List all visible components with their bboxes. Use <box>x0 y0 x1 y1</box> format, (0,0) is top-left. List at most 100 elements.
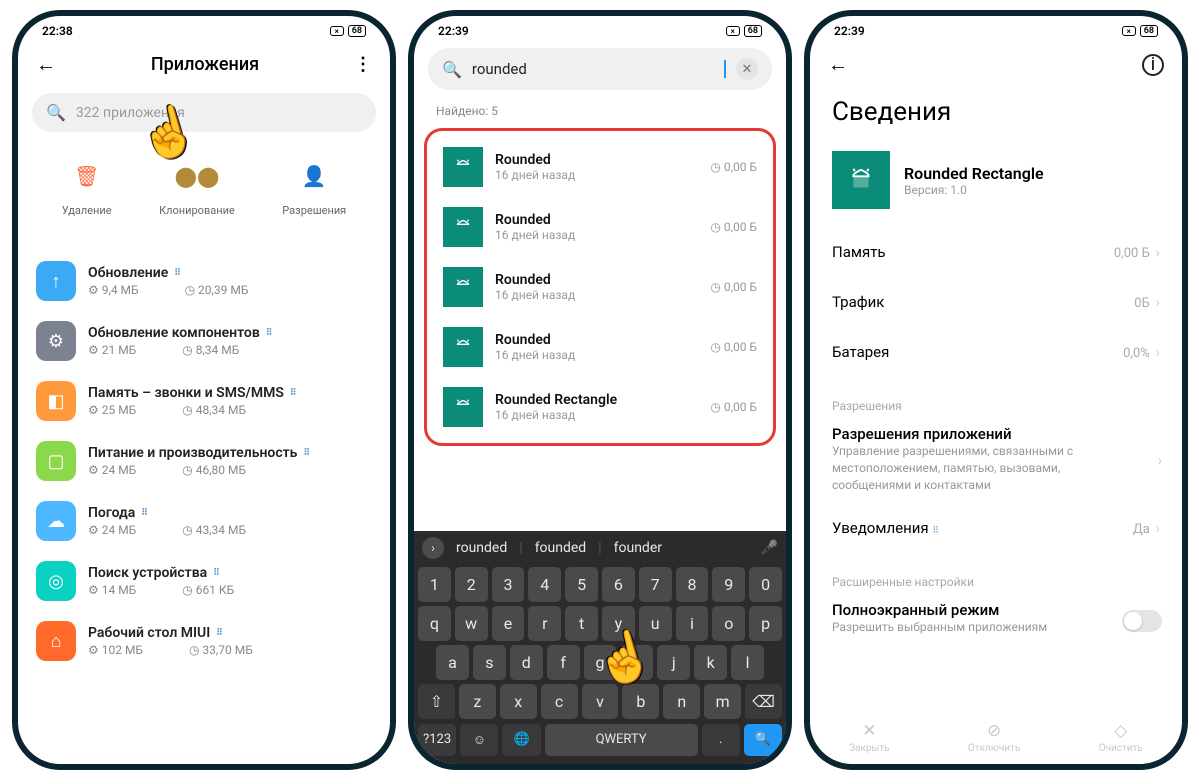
key-emoji[interactable]: ☺ <box>460 724 498 756</box>
key[interactable]: z <box>459 684 496 719</box>
key[interactable]: t <box>565 606 598 641</box>
key-space[interactable]: QWERTY <box>545 724 698 756</box>
row-memory[interactable]: Память 0,00 Б› <box>810 227 1182 277</box>
key[interactable]: c <box>541 684 578 719</box>
result-row[interactable]: Rounded Rectangle16 дней назад ◷ 0,00 Б <box>427 377 773 437</box>
key-lang[interactable]: 🌐 <box>502 724 540 756</box>
clone-icon: ⬤⬤ <box>177 156 217 196</box>
app-row[interactable]: ◎ Поиск устройства ⠿ ⚙ 14 МБ◷ 661 КБ <box>18 551 390 611</box>
results-highlight-box: Rounded16 дней назад ◷ 0,00 Б Rounded16 … <box>424 128 776 446</box>
key[interactable]: s <box>473 645 506 680</box>
results-count: Найдено: 5 <box>414 96 786 124</box>
action-clear[interactable]: ◇Очистить <box>1099 721 1143 754</box>
quick-permissions[interactable]: 👤Разрешения <box>282 156 346 217</box>
back-icon[interactable]: ← <box>828 52 848 77</box>
key[interactable]: w <box>455 606 488 641</box>
key-symbols[interactable]: ?123 <box>418 724 456 756</box>
key[interactable]: x <box>500 684 537 719</box>
row-fullscreen[interactable]: Полноэкранный режим Разрешить выбранным … <box>810 595 1182 646</box>
key[interactable]: a <box>436 645 469 680</box>
key[interactable]: ⇧ <box>418 684 455 719</box>
result-row[interactable]: Rounded16 дней назад ◷ 0,00 Б <box>427 197 773 257</box>
key[interactable]: r <box>528 606 561 641</box>
app-row[interactable]: ◧ Память – звонки и SMS/MMS ⠿ ⚙ 25 МБ◷ 4… <box>18 371 390 431</box>
row-battery[interactable]: Батарея 0,0%› <box>810 327 1182 377</box>
app-row[interactable]: ⌂ Рабочий стол MIUI ⠿ ⚙ 102 МБ◷ 33,70 МБ <box>18 611 390 671</box>
keyboard-suggestions: › rounded| founded| founder 🎤 <box>414 531 786 565</box>
back-icon[interactable]: ← <box>36 52 56 77</box>
more-icon[interactable]: ⋮ <box>354 54 372 75</box>
row-app-permissions[interactable]: Разрешения приложений Управление разреше… <box>810 419 1182 503</box>
row-traffic[interactable]: Трафик 0Б› <box>810 277 1182 327</box>
result-size: ◷ 0,00 Б <box>710 340 757 354</box>
key[interactable]: 4 <box>528 567 561 602</box>
clear-icon[interactable]: ✕ <box>736 58 758 80</box>
disk-value: ◷ 46,80 МБ <box>182 463 246 477</box>
app-row[interactable]: ↑ Обновление ⠿ ⚙ 9,4 МБ◷ 20,39 МБ <box>18 251 390 311</box>
key[interactable]: g <box>584 645 617 680</box>
toggle-fullscreen[interactable] <box>1122 610 1162 632</box>
app-row[interactable]: ⚙ Обновление компонентов ⠿ ⚙ 21 МБ◷ 8,34… <box>18 311 390 371</box>
result-row[interactable]: Rounded16 дней назад ◷ 0,00 Б <box>427 137 773 197</box>
phone-app-info: 22:39 × 68 ← i Сведения Rounded Rectangl… <box>804 10 1188 770</box>
key[interactable]: p <box>749 606 782 641</box>
key[interactable]: h <box>620 645 653 680</box>
android-icon <box>443 147 483 187</box>
key[interactable]: m <box>704 684 741 719</box>
key[interactable]: 8 <box>676 567 709 602</box>
quick-clone[interactable]: ⬤⬤Клонирование <box>159 156 235 217</box>
key[interactable]: n <box>663 684 700 719</box>
app-name: Рабочий стол MIUI ⠿ <box>88 625 372 641</box>
key[interactable]: u <box>639 606 672 641</box>
keyboard[interactable]: › rounded| founded| founder 🎤 1234567890… <box>414 531 786 764</box>
quick-delete[interactable]: 🗑Удаление <box>62 156 112 217</box>
app-row[interactable]: ☁ Погода ⠿ ⚙ 24 МБ◷ 43,34 МБ <box>18 491 390 551</box>
result-row[interactable]: Rounded16 дней назад ◷ 0,00 Б <box>427 257 773 317</box>
chevron-right-icon[interactable]: › <box>422 537 444 559</box>
result-row[interactable]: Rounded16 дней назад ◷ 0,00 Б <box>427 317 773 377</box>
key[interactable]: 6 <box>602 567 635 602</box>
action-disable[interactable]: ⊘Отключить <box>968 721 1021 754</box>
key[interactable]: b <box>622 684 659 719</box>
key[interactable]: o <box>712 606 745 641</box>
app-list: ↑ Обновление ⠿ ⚙ 9,4 МБ◷ 20,39 МБ ⚙ Обно… <box>18 251 390 671</box>
result-size: ◷ 0,00 Б <box>710 400 757 414</box>
key[interactable]: j <box>657 645 690 680</box>
key[interactable]: 5 <box>565 567 598 602</box>
suggestion[interactable]: founded <box>535 540 587 556</box>
key[interactable]: i <box>676 606 709 641</box>
suggestion[interactable]: rounded <box>456 540 507 556</box>
key[interactable]: l <box>731 645 764 680</box>
mic-icon[interactable]: 🎤 <box>761 540 778 556</box>
suggestion[interactable]: founder <box>614 540 662 556</box>
key[interactable]: 3 <box>492 567 525 602</box>
key[interactable]: 0 <box>749 567 782 602</box>
status-icon: × <box>726 26 740 36</box>
search-input[interactable]: 🔍 rounded ✕ <box>428 48 772 90</box>
action-close[interactable]: ✕Закрыть <box>849 721 889 754</box>
key[interactable]: y <box>602 606 635 641</box>
key[interactable]: 9 <box>712 567 745 602</box>
key[interactable]: 1 <box>418 567 451 602</box>
key[interactable]: 2 <box>455 567 488 602</box>
key[interactable]: f <box>547 645 580 680</box>
key[interactable]: 7 <box>639 567 672 602</box>
key[interactable]: q <box>418 606 451 641</box>
row-notifications[interactable]: Уведомления ⠿ Да› <box>810 503 1182 553</box>
key[interactable]: v <box>582 684 619 719</box>
key[interactable]: k <box>694 645 727 680</box>
key[interactable]: d <box>510 645 543 680</box>
info-icon[interactable]: i <box>1142 54 1164 76</box>
key-search[interactable]: 🔍 <box>744 724 782 756</box>
app-icon: ☁ <box>36 501 76 541</box>
result-sub: 16 дней назад <box>495 408 698 422</box>
app-name: Обновление компонентов ⠿ <box>88 325 372 341</box>
app-row[interactable]: ▢ Питание и производительность ⠿ ⚙ 24 МБ… <box>18 431 390 491</box>
search-input[interactable]: 🔍 322 приложения <box>32 93 376 132</box>
result-sub: 16 дней назад <box>495 348 698 362</box>
app-name: Поиск устройства ⠿ <box>88 565 372 581</box>
key[interactable]: e <box>492 606 525 641</box>
phone-search-results: 22:39 × 68 🔍 rounded ✕ Найдено: 5 Rounde… <box>408 10 792 770</box>
key[interactable]: ⌫ <box>745 684 782 719</box>
key-period[interactable]: . <box>702 724 740 756</box>
